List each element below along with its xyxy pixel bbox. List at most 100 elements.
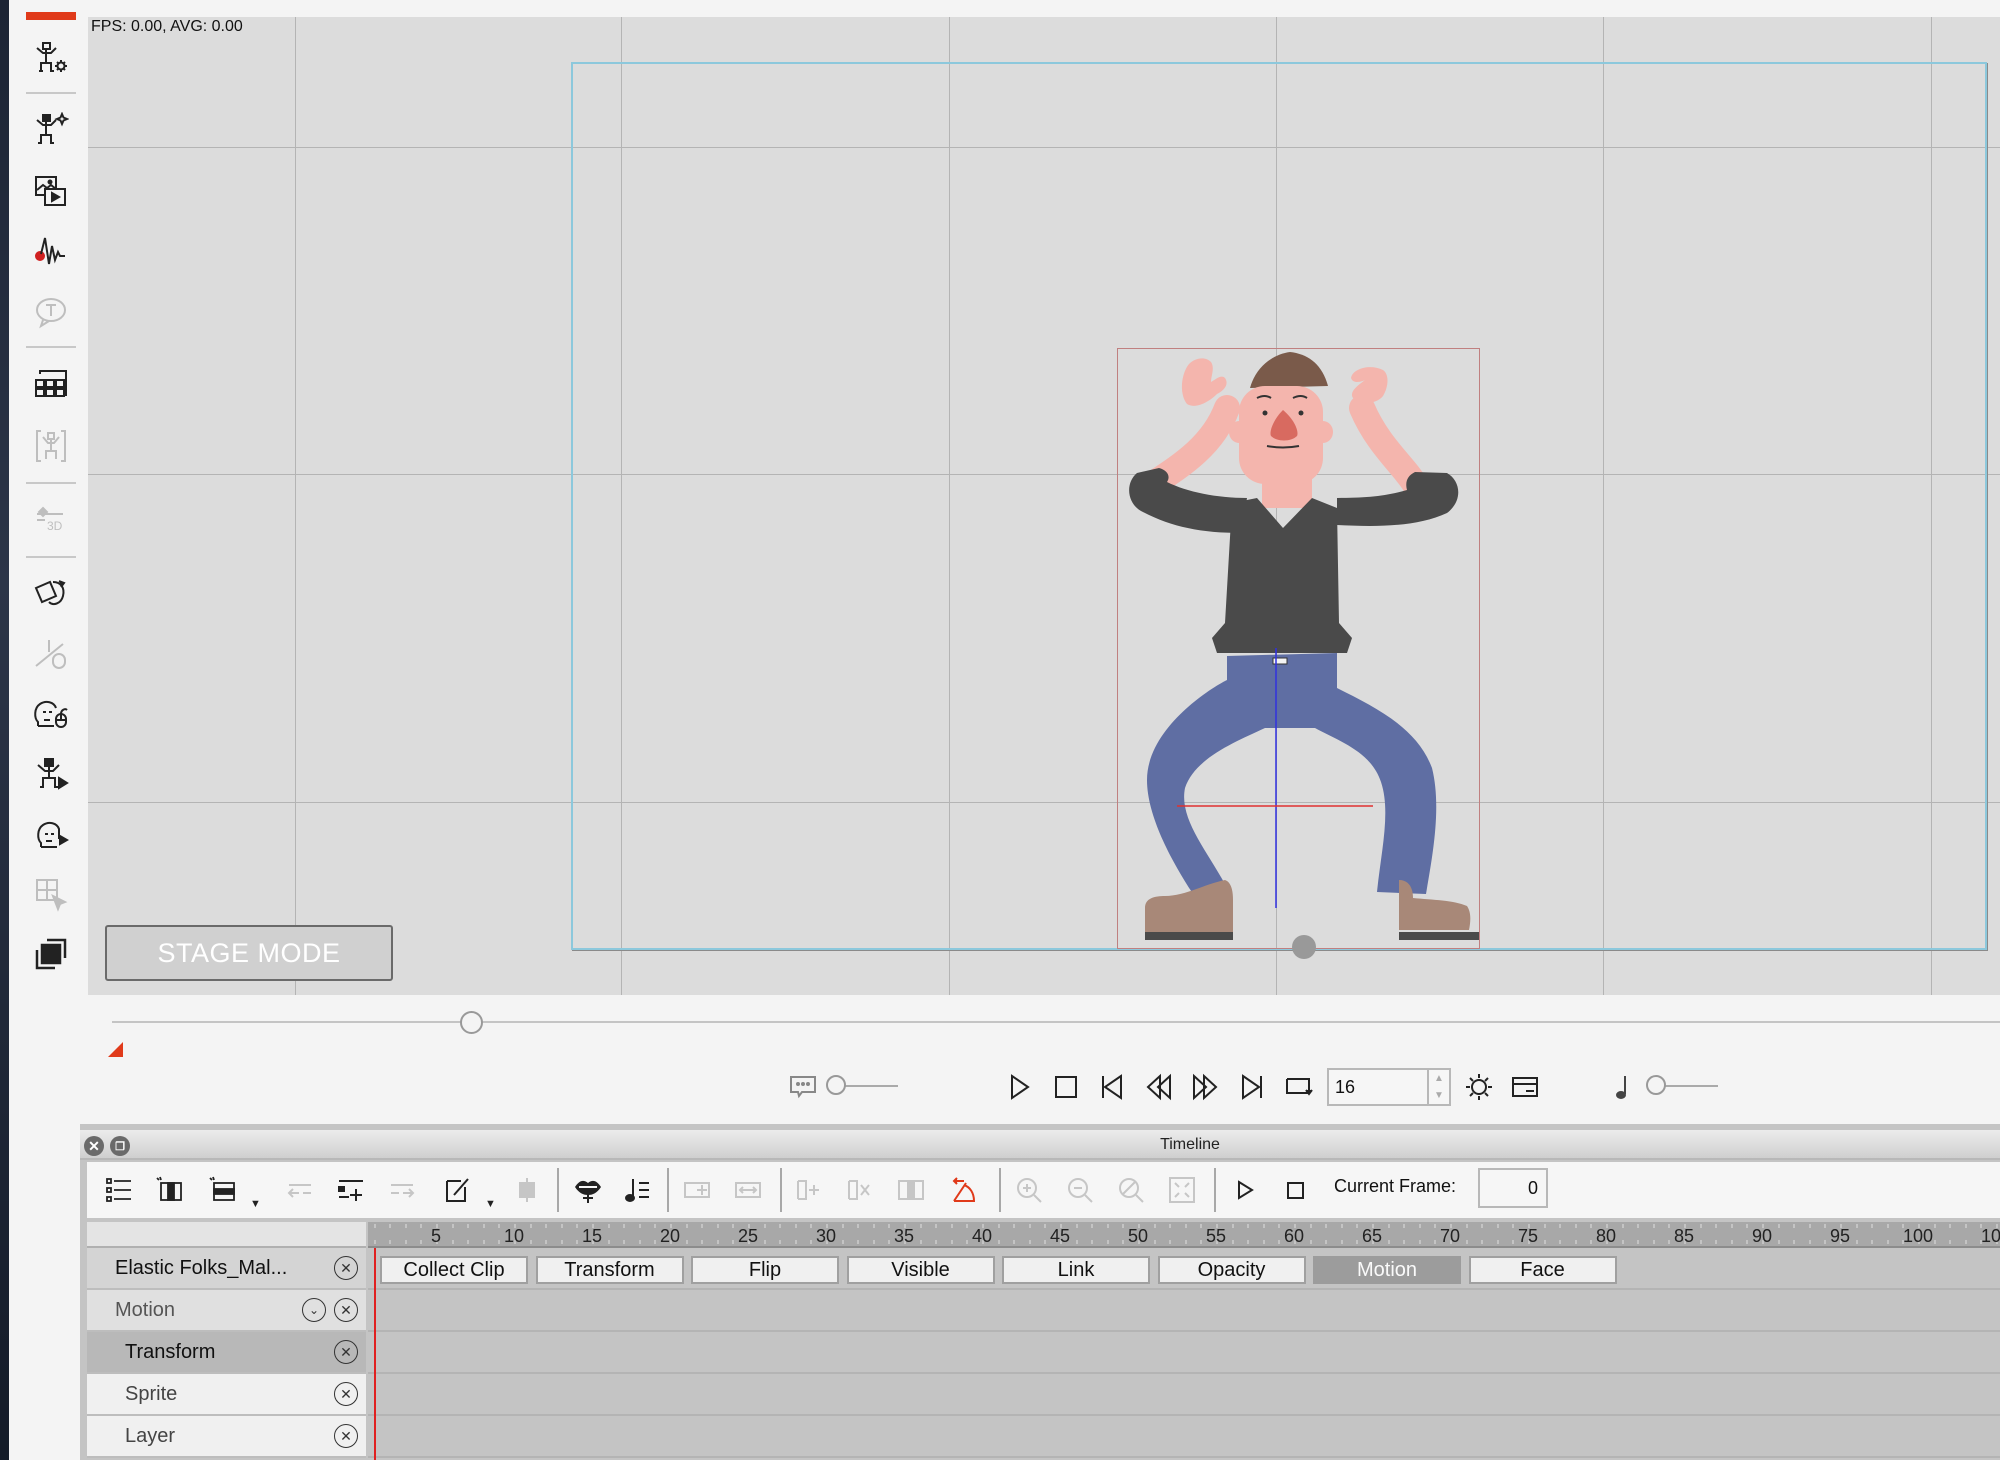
scrub-handle[interactable] xyxy=(459,1011,483,1034)
ruler-tick xyxy=(1184,1224,1187,1228)
display-settings-icon[interactable] xyxy=(1508,1070,1542,1104)
character-settings-icon[interactable] xyxy=(29,36,73,80)
body-puppet-icon[interactable] xyxy=(29,752,73,796)
expand-track-icon[interactable]: ⌄ xyxy=(302,1298,326,1322)
remove-track-icon[interactable]: ✕ xyxy=(334,1298,358,1322)
frame-spinbox[interactable]: ▲▼ xyxy=(1327,1068,1451,1106)
timeline-play-button[interactable] xyxy=(1227,1172,1263,1208)
insert-key-icon[interactable] xyxy=(333,1172,369,1208)
audio-record-icon[interactable] xyxy=(29,230,73,274)
play-button[interactable] xyxy=(1002,1070,1036,1104)
face-puppet-icon[interactable] xyxy=(29,692,73,736)
remove-track-icon[interactable]: ✕ xyxy=(334,1424,358,1448)
ruler-tick xyxy=(1075,1240,1078,1244)
next-frame-button[interactable] xyxy=(1235,1070,1269,1104)
ruler-tick xyxy=(1699,1240,1702,1244)
frame-input[interactable] xyxy=(1329,1070,1429,1104)
clip-tab-visible[interactable]: Visible xyxy=(846,1256,995,1284)
ruler-tick xyxy=(1746,1224,1749,1228)
clip-tab-collect-clip[interactable]: Collect Clip xyxy=(380,1256,528,1284)
toolbar-separator xyxy=(26,92,76,94)
ruler-tick xyxy=(1044,1240,1047,1244)
scrub-track[interactable] xyxy=(112,1021,2000,1023)
current-frame-input[interactable] xyxy=(1478,1168,1548,1208)
clip-tab-opacity[interactable]: Opacity xyxy=(1157,1256,1306,1284)
image-video-icon[interactable] xyxy=(29,170,73,214)
ruler-label: 20 xyxy=(659,1226,681,1246)
ruler-tick xyxy=(950,1240,953,1244)
track-row-motion[interactable]: Motion ⌄ ✕ xyxy=(87,1290,366,1332)
transform-rotate-icon[interactable] xyxy=(29,572,73,616)
ruler-tick xyxy=(1512,1224,1515,1228)
ruler-tick xyxy=(1465,1224,1468,1228)
previous-frame-button[interactable] xyxy=(1095,1070,1129,1104)
reset-clip-icon[interactable] xyxy=(945,1172,981,1208)
clip-tab-flip[interactable]: Flip xyxy=(691,1256,839,1284)
character-bounding-box xyxy=(1117,348,1480,949)
ruler-tick xyxy=(1637,1240,1640,1244)
track-row-layer[interactable]: Layer ✕ xyxy=(87,1416,366,1458)
ruler-tick xyxy=(1247,1224,1250,1228)
edit-key-icon[interactable] xyxy=(439,1172,475,1208)
clip-tab-face[interactable]: Face xyxy=(1468,1256,1617,1284)
clip-tab-motion[interactable]: Motion xyxy=(1313,1256,1461,1284)
ruler-tick xyxy=(1964,1240,1967,1244)
character-pivot-handle[interactable] xyxy=(1292,935,1316,959)
timeline-title: Timeline xyxy=(1160,1136,1220,1153)
stage-canvas[interactable]: FPS: 0.00, AVG: 0.00 STAGE MODE xyxy=(88,17,2000,995)
toolbar-separator xyxy=(557,1168,559,1212)
ruler-tick xyxy=(1340,1240,1343,1244)
ruler-tick xyxy=(701,1224,704,1228)
ruler-tick xyxy=(389,1224,392,1228)
ruler-tick xyxy=(1746,1240,1749,1244)
remove-track-icon[interactable]: ✕ xyxy=(334,1256,358,1280)
lip-sync-icon[interactable] xyxy=(570,1172,606,1208)
track-area[interactable]: Collect Clip Transform Flip Visible Link Opac… xyxy=(368,1248,2000,1460)
show-layer-icon[interactable] xyxy=(204,1172,240,1208)
ruler-tick xyxy=(451,1240,454,1244)
ruler-tick xyxy=(841,1240,844,1244)
layer-order-icon[interactable] xyxy=(29,932,73,976)
frame-spin-arrows[interactable]: ▲ ▼ xyxy=(1427,1070,1449,1104)
insert-frames-icon xyxy=(791,1172,827,1208)
row-divider xyxy=(368,1456,2000,1458)
stop-button[interactable] xyxy=(1049,1070,1083,1104)
timeline-stop-button[interactable] xyxy=(1277,1172,1313,1208)
track-row-object[interactable]: Elastic Folks_Mal... ✕ xyxy=(87,1248,366,1290)
fast-forward-button[interactable] xyxy=(1188,1070,1222,1104)
remove-track-icon[interactable]: ✕ xyxy=(334,1340,358,1364)
face-key-icon[interactable] xyxy=(29,812,73,856)
audio-track-icon[interactable] xyxy=(620,1172,656,1208)
ruler-label: 25 xyxy=(737,1226,759,1246)
ruler-tick xyxy=(1387,1240,1390,1244)
ruler-tick xyxy=(1933,1224,1936,1228)
track-label: Layer xyxy=(125,1424,176,1447)
stage-mode-button[interactable]: STAGE MODE xyxy=(105,925,393,981)
frame-ruler[interactable]: 5 10 15 20 25 30 35 40 45 50 55 60 65 70 75 80 85 90 95 100… xyxy=(368,1222,2000,1248)
ruler-label: 70 xyxy=(1439,1226,1461,1246)
ruler-tick xyxy=(1481,1240,1484,1244)
track-row-transform[interactable]: Transform ✕ xyxy=(87,1332,366,1374)
rewind-button[interactable] xyxy=(1142,1070,1176,1104)
remove-track-icon[interactable]: ✕ xyxy=(334,1382,358,1406)
music-volume-slider[interactable] xyxy=(1646,1075,1720,1097)
character-effect-icon[interactable] xyxy=(29,108,73,152)
zoom-in-icon xyxy=(1011,1172,1047,1208)
subtitle-icon[interactable] xyxy=(786,1070,820,1104)
show-frame-icon[interactable] xyxy=(151,1172,187,1208)
playhead[interactable] xyxy=(374,1248,376,1460)
ruler-label: 45 xyxy=(1049,1226,1071,1246)
clip-tab-transform[interactable]: Transform xyxy=(535,1256,684,1284)
ruler-tick xyxy=(373,1240,376,1244)
dropdown-arrow-icon[interactable]: ▼ xyxy=(250,1198,261,1210)
loop-button[interactable] xyxy=(1281,1070,1315,1104)
brightness-icon[interactable] xyxy=(1462,1070,1496,1104)
ruler-tick xyxy=(1106,1240,1109,1244)
sprite-grid-icon[interactable] xyxy=(29,364,73,408)
ruler-tick xyxy=(1777,1240,1780,1244)
track-row-sprite[interactable]: Sprite ✕ xyxy=(87,1374,366,1416)
clip-tab-link[interactable]: Link xyxy=(1002,1256,1150,1284)
subtitle-volume-slider[interactable] xyxy=(826,1075,900,1097)
track-list-icon[interactable] xyxy=(101,1172,137,1208)
dropdown-arrow-icon[interactable]: ▼ xyxy=(485,1198,496,1210)
